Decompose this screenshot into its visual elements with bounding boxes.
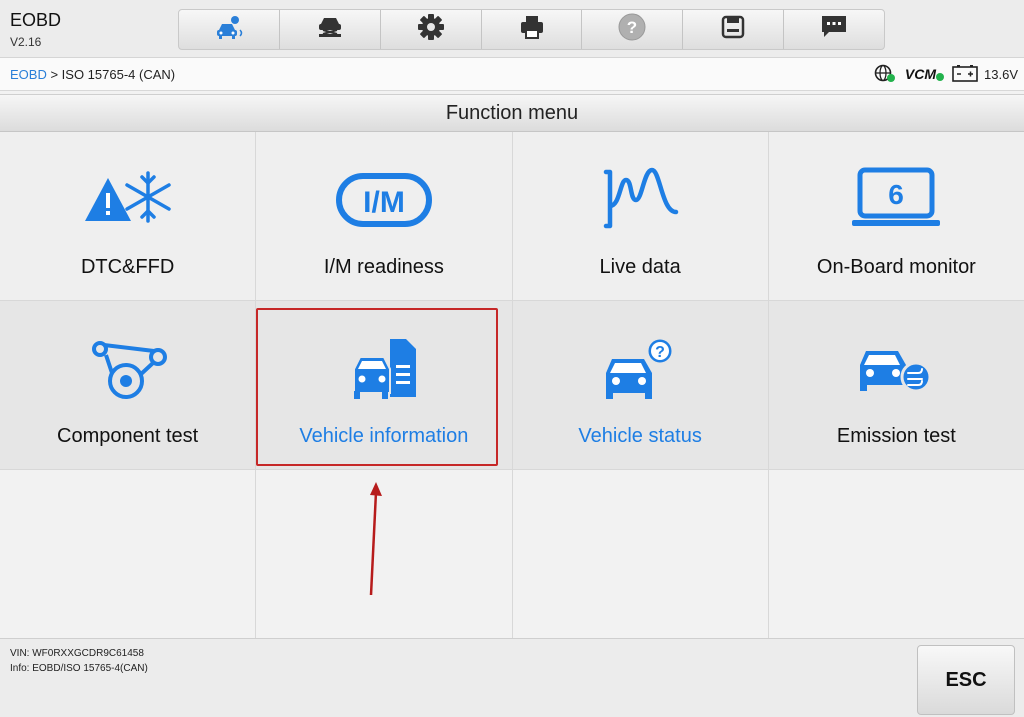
settings-button[interactable]: [381, 10, 482, 49]
top-bar: EOBD V2.16 ?: [0, 0, 1024, 58]
printer-icon: [517, 12, 547, 47]
tile-im-readiness[interactable]: I/M I/M readiness: [256, 132, 512, 300]
vcm-status: VCM: [904, 66, 945, 82]
messages-button[interactable]: [784, 10, 884, 49]
status-area: VCM 13.6V: [873, 63, 1018, 85]
page-title: Function menu: [0, 94, 1024, 132]
svg-text:?: ?: [627, 18, 637, 37]
car-document-icon: [334, 335, 434, 405]
breadcrumb-root-link[interactable]: EOBD: [10, 67, 47, 82]
vehicle-lift-button[interactable]: [280, 10, 381, 49]
help-button[interactable]: ?: [582, 10, 684, 49]
esc-button[interactable]: ESC: [917, 645, 1015, 715]
empty-tile: [512, 470, 768, 640]
app-name: EOBD: [10, 10, 62, 30]
car-exhaust-icon: [846, 335, 946, 405]
tile-label: Emission test: [836, 425, 956, 447]
tile-label: DTC&FFD: [80, 256, 175, 278]
car-question-icon: ?: [590, 335, 690, 405]
tile-vehicle-information[interactable]: Vehicle information: [256, 301, 512, 469]
vehicle-diagnostics-icon: [214, 12, 244, 47]
print-button[interactable]: [482, 10, 583, 49]
battery-status: 13.6V: [952, 64, 1018, 85]
tile-vehicle-status[interactable]: ? Vehicle status: [512, 301, 768, 469]
annotation-arrow: [369, 482, 382, 596]
breadcrumb: EOBD > ISO 15765-4 (CAN): [10, 67, 175, 82]
tile-label: Component test: [57, 425, 199, 447]
save-icon: [718, 12, 748, 47]
laptop-6-icon: 6: [846, 166, 946, 236]
empty-tile: [768, 470, 1024, 640]
warning-snowflake-icon: [78, 166, 178, 236]
breadcrumb-separator: >: [46, 67, 62, 82]
empty-tile: [0, 470, 256, 640]
save-button[interactable]: [683, 10, 785, 49]
help-icon: ?: [617, 12, 647, 47]
tile-label: On-Board monitor: [816, 256, 976, 278]
network-globe-icon: [873, 63, 897, 86]
im-badge-icon: I/M: [334, 166, 434, 236]
tile-on-board-monitor[interactable]: 6 On-Board monitor: [768, 132, 1024, 300]
tile-label: Vehicle information: [299, 425, 469, 447]
svg-text:6: 6: [889, 179, 905, 210]
tile-live-data[interactable]: Live data: [512, 132, 768, 300]
info-text: Info: EOBD/ISO 15765-4(CAN): [10, 663, 148, 674]
message-icon: [819, 12, 849, 47]
tile-label: I/M readiness: [323, 256, 444, 278]
waveform-icon: [590, 166, 690, 236]
tile-label: Live data: [599, 256, 681, 278]
breadcrumb-current: ISO 15765-4 (CAN): [61, 67, 176, 82]
belt-pulley-icon: [78, 335, 178, 405]
gear-icon: [416, 12, 446, 47]
battery-voltage: 13.6V: [984, 66, 1018, 82]
tile-label: Vehicle status: [578, 425, 702, 447]
tile-component-test[interactable]: Component test: [0, 301, 256, 469]
toolbar: ?: [178, 9, 885, 50]
tile-emission-test[interactable]: Emission test: [768, 301, 1024, 469]
tile-dtc-ffd[interactable]: DTC&FFD: [0, 132, 256, 300]
vcm-label: VCM: [904, 66, 937, 82]
svg-text:?: ?: [655, 344, 665, 361]
car-lift-icon: [315, 12, 345, 47]
vcm-connected-indicator: [936, 73, 945, 81]
svg-text:I/M: I/M: [363, 186, 405, 219]
app-version: V2.16: [10, 35, 42, 49]
home-diagnostics-button[interactable]: [179, 10, 280, 49]
vin-text: VIN: WF0RXXGCDR9C61458: [10, 648, 144, 659]
battery-icon: [952, 64, 978, 85]
breadcrumb-bar: EOBD > ISO 15765-4 (CAN) VCM 13.6V: [0, 58, 1024, 91]
function-grid: DTC&FFD I/M I/M readiness Live data 6 On…: [0, 132, 1024, 640]
bottom-bar: VIN: WF0RXXGCDR9C61458 Info: EOBD/ISO 15…: [0, 638, 1024, 717]
